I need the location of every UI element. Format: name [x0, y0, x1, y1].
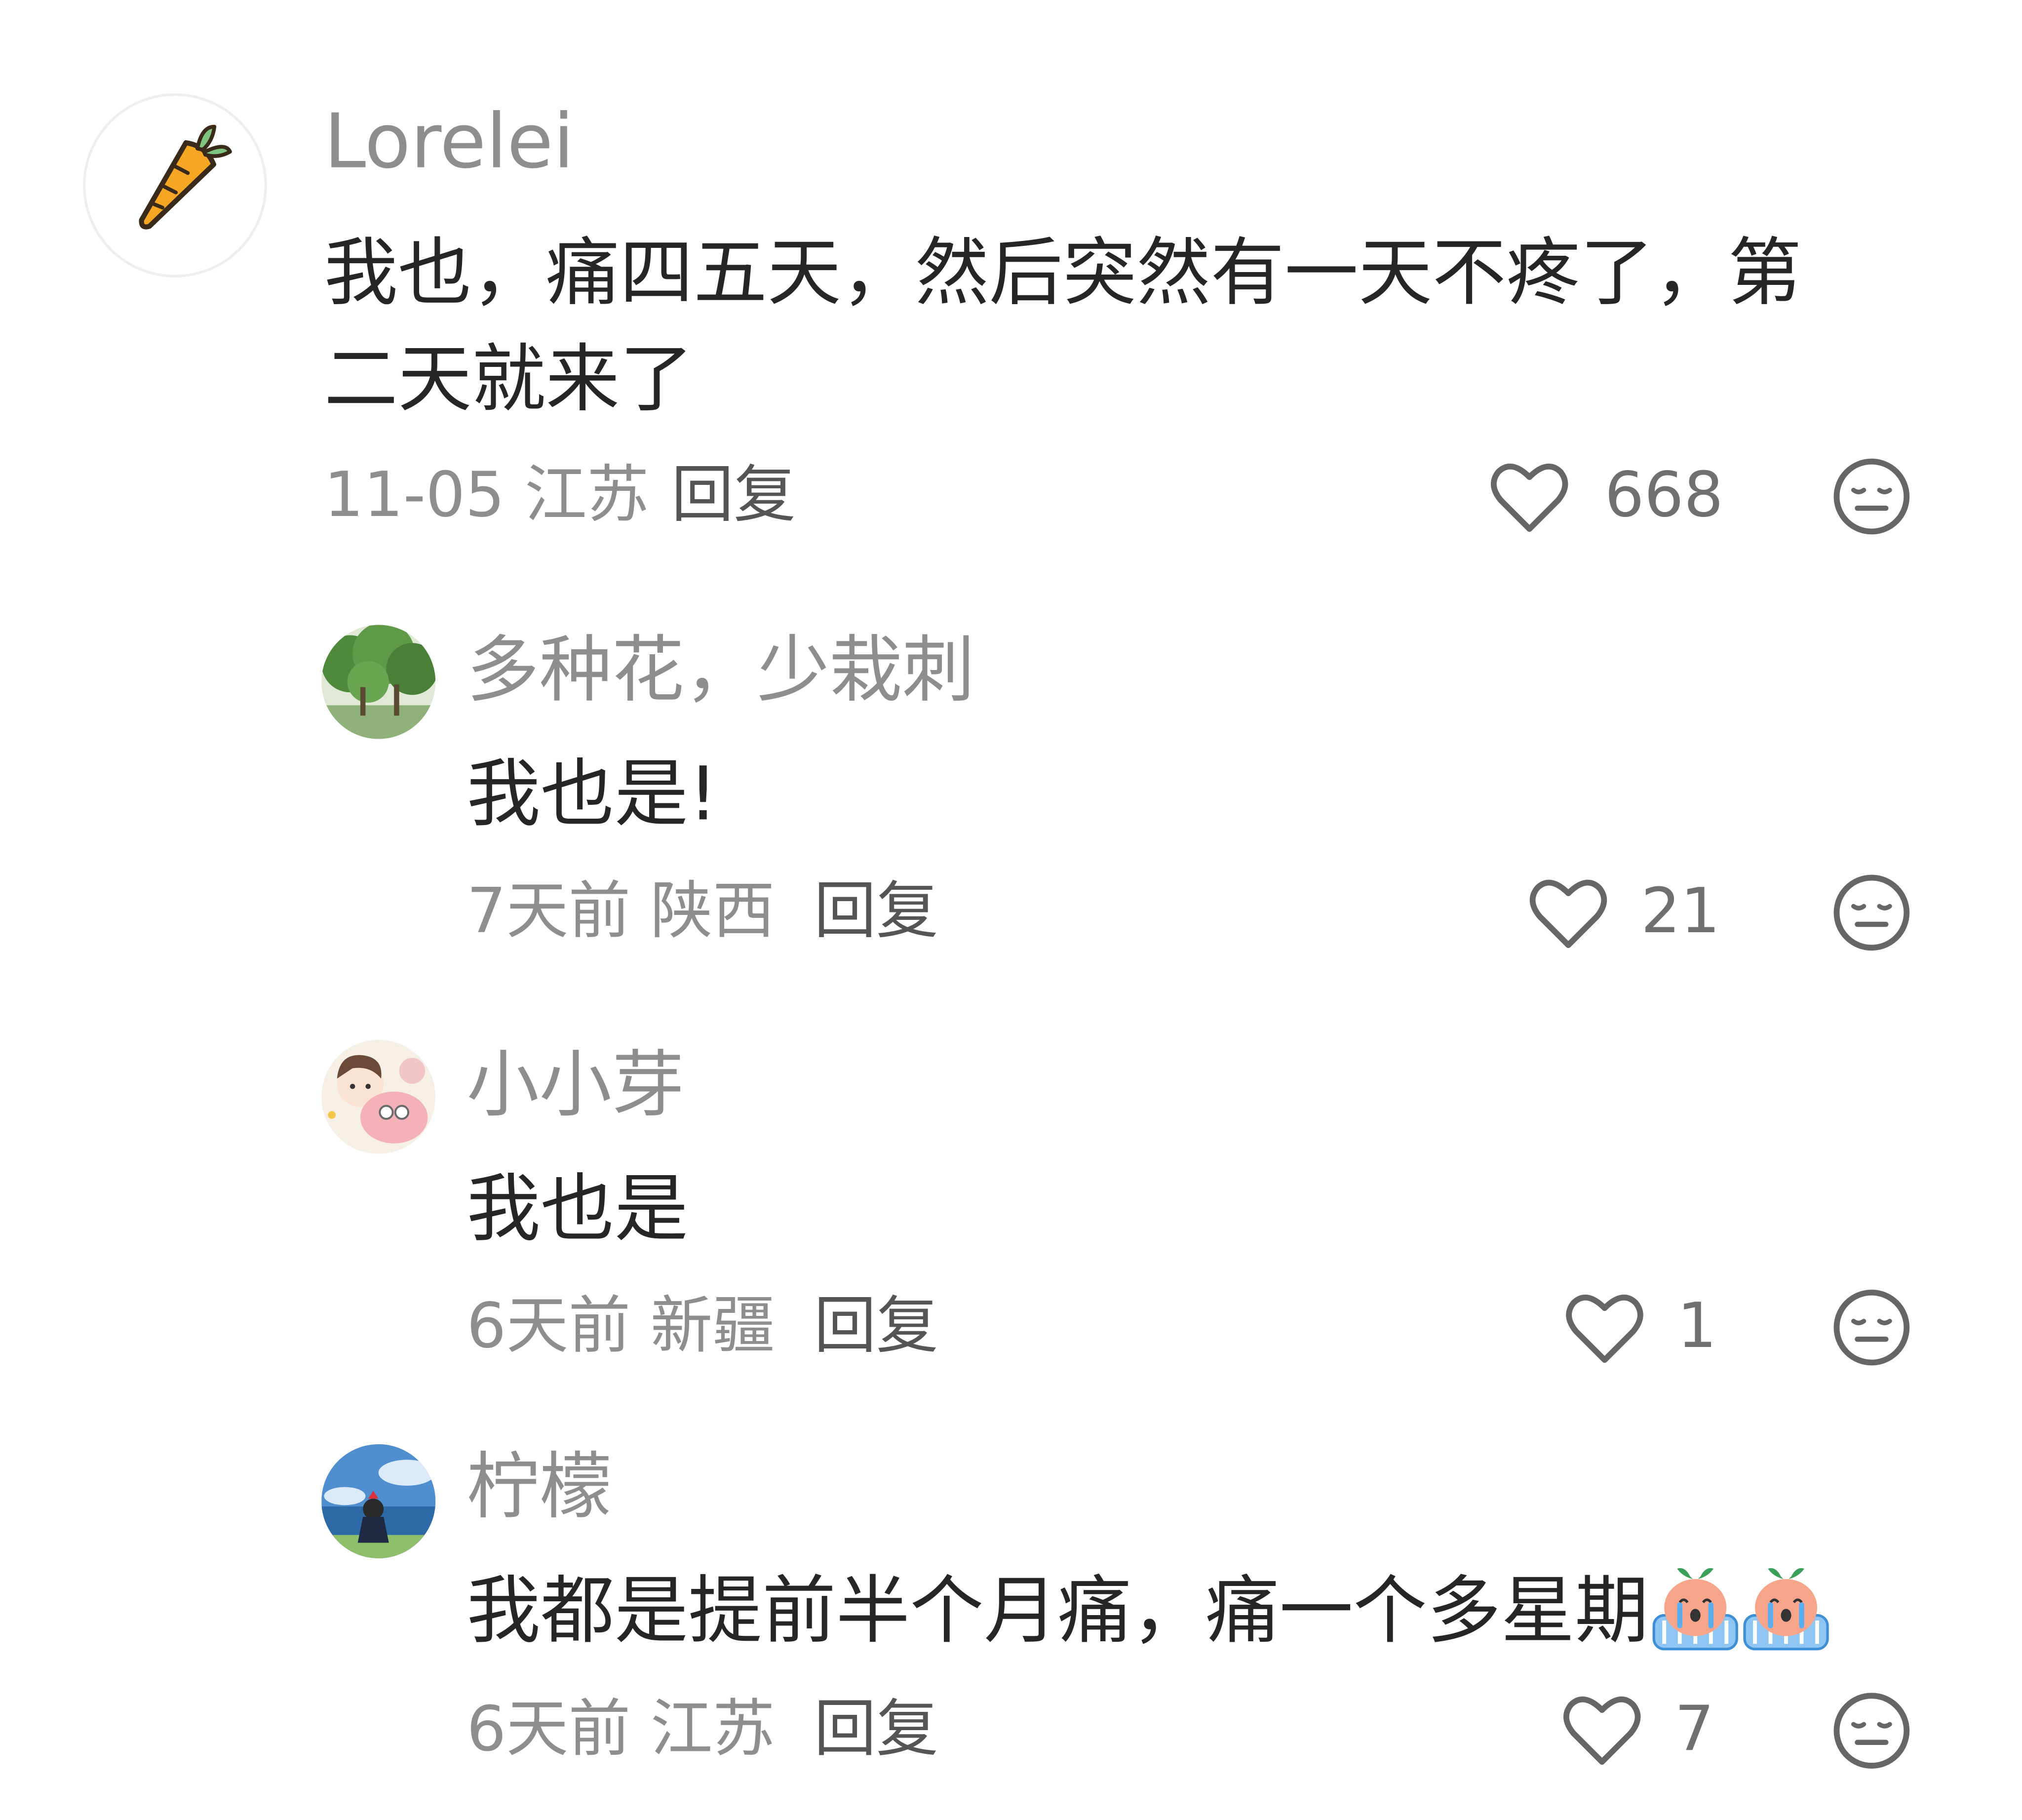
comment-location: 江苏 — [524, 459, 649, 532]
comment-meta: 6天前 江苏 — [467, 1699, 775, 1761]
cartoon-girl-avatar-image — [321, 1039, 436, 1154]
unamused-face-icon[interactable] — [1831, 1287, 1912, 1368]
comment-text-content: 我都是提前半个月痛，痛一个多星期 — [467, 1568, 1649, 1655]
comment-text: 我也，痛四五天，然后突然有一天不疼了，第 — [324, 231, 1802, 317]
comment-list: Lorelei 我也，痛四五天，然后突然有一天不疼了，第 二天就来了 11-05… — [0, 0, 2022, 1820]
avatar[interactable] — [83, 93, 267, 277]
avatar[interactable] — [321, 1444, 436, 1558]
carrot-icon — [139, 124, 232, 230]
comment-text: 我都是提前半个月痛，痛一个多星期 — [467, 1558, 1830, 1664]
comment-location: 江苏 — [650, 1693, 775, 1766]
heart-outline-icon[interactable] — [1566, 1293, 1644, 1365]
heart-outline-icon[interactable] — [1490, 462, 1568, 534]
crying-emoji-icon — [1652, 1568, 1738, 1651]
crying-emoji-icon — [1743, 1568, 1829, 1651]
comment-text: 我也是 — [467, 1167, 689, 1253]
username[interactable]: 柠檬 — [467, 1451, 612, 1525]
like-count: 21 — [1641, 875, 1720, 948]
like-count: 7 — [1674, 1693, 1714, 1766]
reply-button[interactable]: 回复 — [814, 1699, 938, 1761]
username[interactable]: 小小芽 — [467, 1049, 684, 1123]
reply-button[interactable]: 回复 — [814, 1295, 938, 1357]
comment-date: 6天前 — [467, 1693, 631, 1766]
comment-text-continued: 二天就来了 — [324, 337, 694, 423]
avatar[interactable] — [321, 1039, 436, 1154]
heart-outline-icon[interactable] — [1529, 878, 1607, 950]
heart-outline-icon[interactable] — [1563, 1695, 1641, 1767]
unamused-face-icon[interactable] — [1831, 872, 1912, 953]
comment-meta: 7天前 陕西 — [467, 880, 775, 943]
like-count: 1 — [1677, 1290, 1717, 1363]
anime-sky-avatar-image — [321, 1444, 436, 1558]
comment-location: 新疆 — [650, 1290, 775, 1363]
like-count: 668 — [1604, 459, 1724, 532]
avatar[interactable] — [321, 625, 436, 739]
unamused-face-icon[interactable] — [1831, 1691, 1912, 1771]
comment-date: 11-05 — [324, 459, 505, 532]
comment-meta: 6天前 新疆 — [467, 1295, 775, 1357]
comment-text: 我也是! — [467, 752, 718, 838]
comment-location: 陕西 — [650, 875, 775, 948]
comment-date: 7天前 — [467, 875, 631, 948]
username[interactable]: Lorelei — [324, 104, 574, 179]
username[interactable]: 多种花，少栽刺 — [467, 634, 974, 708]
unamused-face-icon[interactable] — [1831, 456, 1912, 537]
reply-button[interactable]: 回复 — [671, 464, 796, 526]
comment-date: 6天前 — [467, 1290, 631, 1363]
comment-meta: 11-05 江苏 — [324, 464, 649, 526]
trees-avatar-image — [321, 625, 436, 739]
reply-button[interactable]: 回复 — [814, 880, 938, 943]
